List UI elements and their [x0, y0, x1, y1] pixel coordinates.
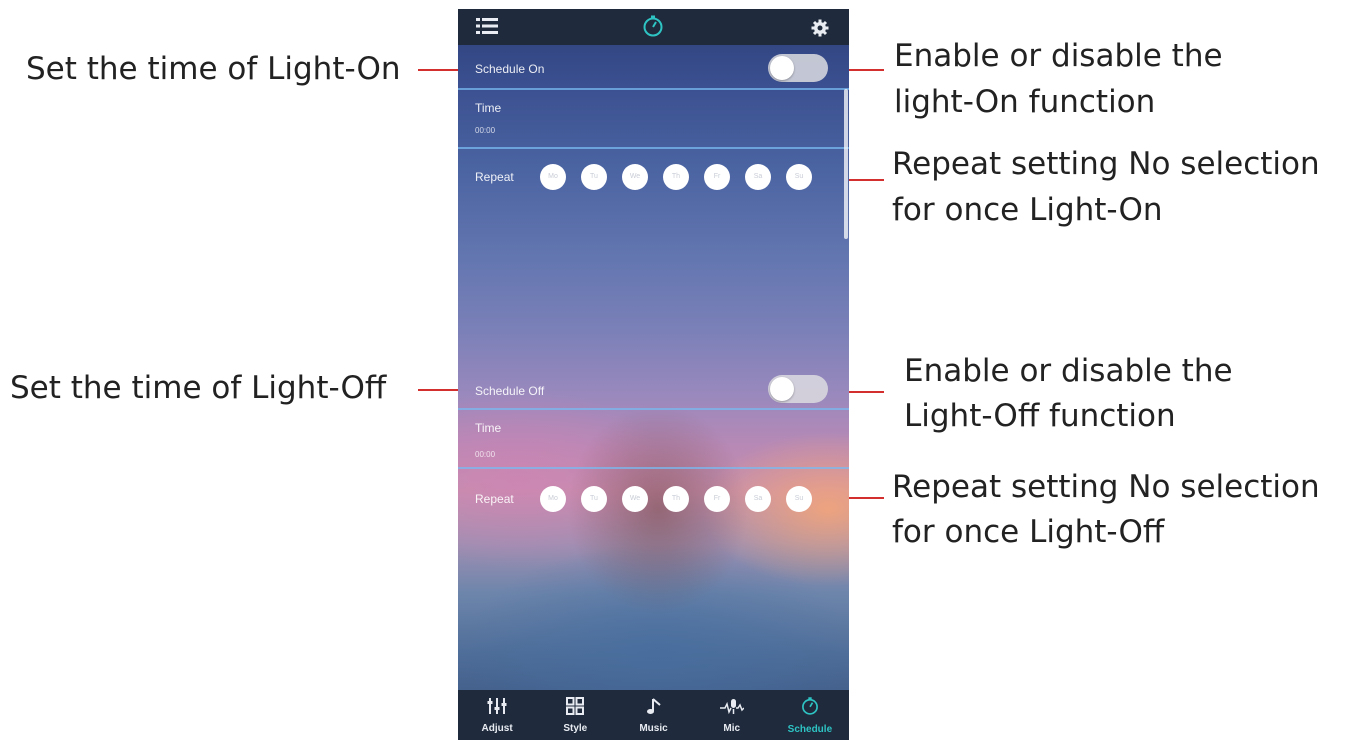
divider: [458, 467, 849, 469]
timer-icon: [800, 696, 820, 721]
app-screen: Schedule On Time 00:00 Repeat Mo Tu We T…: [458, 9, 849, 740]
gear-icon[interactable]: [811, 19, 829, 42]
day-button-mo[interactable]: Mo: [540, 486, 566, 512]
day-button-we[interactable]: We: [622, 486, 648, 512]
schedule-off-repeat-label: Repeat: [475, 492, 514, 506]
scrollbar[interactable]: [844, 89, 848, 239]
callout-schedule-off-toggle-line1: Enable or disable the: [904, 353, 1233, 389]
day-button-sa[interactable]: Sa: [745, 486, 771, 512]
sliders-icon: [487, 697, 507, 720]
schedule-on-time-label: Time: [475, 101, 502, 115]
schedule-on-toggle[interactable]: [768, 54, 828, 82]
schedule-on-label: Schedule On: [475, 62, 545, 76]
nav-item-schedule[interactable]: Schedule: [771, 690, 849, 740]
grid-icon: [566, 696, 585, 720]
nav-item-adjust[interactable]: Adjust: [458, 690, 536, 740]
day-button-we[interactable]: We: [622, 164, 648, 190]
schedule-off-time-value[interactable]: 00:00: [475, 450, 495, 459]
nav-label: Music: [639, 722, 668, 734]
divider: [458, 408, 849, 410]
day-button-th[interactable]: Th: [663, 486, 689, 512]
day-button-fr[interactable]: Fr: [704, 486, 730, 512]
schedule-off-label: Schedule Off: [475, 384, 545, 398]
nav-item-mic[interactable]: Mic: [693, 690, 771, 740]
callout-schedule-off-toggle-line2: Light-Off function: [904, 398, 1176, 434]
day-button-mo[interactable]: Mo: [540, 164, 566, 190]
toggle-knob: [770, 56, 794, 80]
bottom-nav: Adjust Style Music Mic Schedule: [458, 690, 849, 740]
timer-icon: [641, 14, 665, 43]
callout-schedule-on-toggle-line1: Enable or disable the: [894, 38, 1223, 74]
day-button-su[interactable]: Su: [786, 486, 812, 512]
callout-repeat-on-line2: for once Light-On: [892, 192, 1163, 228]
nav-item-style[interactable]: Style: [536, 690, 614, 740]
day-button-su[interactable]: Su: [786, 164, 812, 190]
callout-schedule-on-toggle-line2: light-On function: [894, 84, 1156, 120]
list-icon[interactable]: [476, 17, 498, 40]
divider: [458, 88, 849, 90]
top-bar: [458, 9, 849, 45]
toggle-knob: [770, 377, 794, 401]
callout-repeat-on-line1: Repeat setting No selection: [892, 146, 1320, 182]
nav-item-music[interactable]: Music: [614, 690, 692, 740]
day-button-sa[interactable]: Sa: [745, 164, 771, 190]
day-button-tu[interactable]: Tu: [581, 164, 607, 190]
day-button-tu[interactable]: Tu: [581, 486, 607, 512]
schedule-off-time-label: Time: [475, 421, 502, 435]
day-button-th[interactable]: Th: [663, 164, 689, 190]
callout-repeat-off-line1: Repeat setting No selection: [892, 469, 1320, 505]
schedule-on-time-value[interactable]: 00:00: [475, 126, 495, 135]
callout-line-schedule-on-time: [418, 69, 460, 71]
nav-label: Style: [563, 722, 588, 734]
callout-repeat-off-line2: for once Light-Off: [892, 514, 1165, 550]
callout-line-schedule-off-time: [418, 389, 460, 391]
divider: [458, 147, 849, 149]
schedule-on-day-picker: Mo Tu We Th Fr Sa Su: [540, 164, 812, 190]
schedule-off-day-picker: Mo Tu We Th Fr Sa Su: [540, 486, 812, 512]
schedule-on-repeat-label: Repeat: [475, 170, 514, 184]
callout-schedule-on-time: Set the time of Light-On: [26, 51, 401, 87]
nav-label: Schedule: [787, 723, 833, 735]
nav-label: Mic: [723, 722, 741, 734]
callout-schedule-off-time: Set the time of Light-Off: [10, 370, 387, 406]
schedule-off-toggle[interactable]: [768, 375, 828, 403]
nav-label: Adjust: [481, 722, 513, 734]
microphone-icon: [719, 697, 745, 720]
day-button-fr[interactable]: Fr: [704, 164, 730, 190]
music-note-icon: [645, 697, 663, 720]
